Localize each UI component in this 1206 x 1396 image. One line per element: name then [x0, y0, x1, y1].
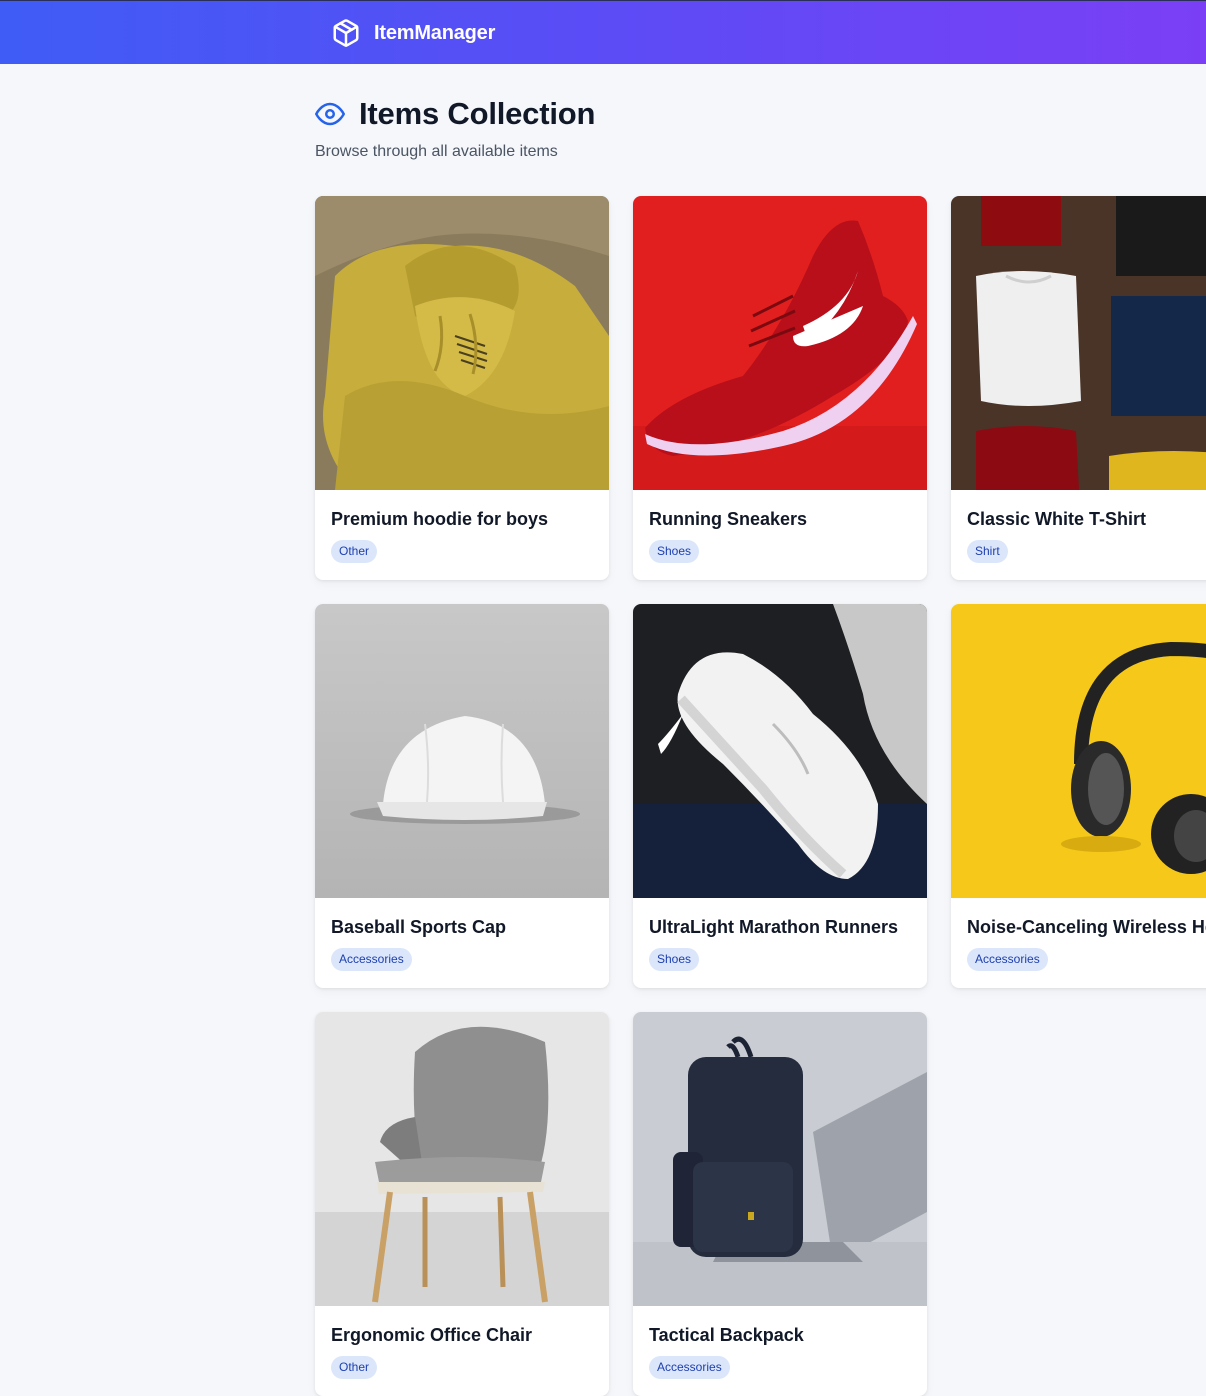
- navy-backpack-photo: [633, 1012, 927, 1306]
- category-badge: Shoes: [649, 540, 700, 563]
- category-badge: Accessories: [967, 948, 1048, 971]
- item-card[interactable]: Premium hoodie for boys Other: [315, 196, 609, 580]
- item-title: Running Sneakers: [649, 509, 808, 529]
- white-cap-photo: [315, 604, 609, 898]
- category-badge: Other: [331, 540, 378, 563]
- page-heading: Items Collection: [315, 96, 595, 132]
- category-badge: Accessories: [649, 1356, 730, 1379]
- item-card[interactable]: UltraLight Marathon Runners Shoes: [633, 604, 927, 988]
- cube-icon: [331, 18, 361, 48]
- page-subtitle: Browse through all available items: [315, 143, 558, 160]
- item-card[interactable]: Running Sneakers Shoes: [633, 196, 927, 580]
- item-title: Baseball Sports Cap: [331, 917, 507, 937]
- item-card[interactable]: Noise-Canceling Wireless Headphones Acce…: [951, 604, 1206, 988]
- eye-icon: [315, 99, 345, 129]
- item-title: Tactical Backpack: [649, 1325, 804, 1345]
- category-badge: Other: [331, 1356, 378, 1379]
- brand-name: ItemManager: [374, 21, 496, 44]
- page-title: Items Collection: [359, 96, 596, 131]
- item-card[interactable]: Ergonomic Office Chair Other: [315, 1012, 609, 1396]
- white-nike-sneaker-photo: [633, 604, 927, 898]
- category-badge: Shoes: [649, 948, 700, 971]
- category-badge: Shirt: [967, 540, 1008, 563]
- brand-link[interactable]: ItemManager: [331, 17, 495, 49]
- grey-chair-photo: [315, 1012, 609, 1306]
- item-card[interactable]: Classic White T-Shirt Shirt: [951, 196, 1206, 580]
- folded-tshirts-photo: [951, 196, 1206, 490]
- category-badge: Accessories: [331, 948, 412, 971]
- item-card[interactable]: Baseball Sports Cap Accessories: [315, 604, 609, 988]
- item-title: Classic White T-Shirt: [967, 509, 1147, 529]
- black-headphones-photo: [951, 604, 1206, 898]
- red-nike-sneaker-photo: [633, 196, 927, 490]
- item-title: UltraLight Marathon Runners: [649, 917, 899, 937]
- item-title: Premium hoodie for boys: [331, 509, 549, 529]
- top-navbar: ItemManager: [0, 0, 1206, 64]
- yellow-hoodie-photo: [315, 196, 609, 490]
- item-title: Noise-Canceling Wireless Headphones: [967, 917, 1206, 937]
- item-title: Ergonomic Office Chair: [331, 1325, 533, 1345]
- item-card[interactable]: Tactical Backpack Accessories: [633, 1012, 927, 1396]
